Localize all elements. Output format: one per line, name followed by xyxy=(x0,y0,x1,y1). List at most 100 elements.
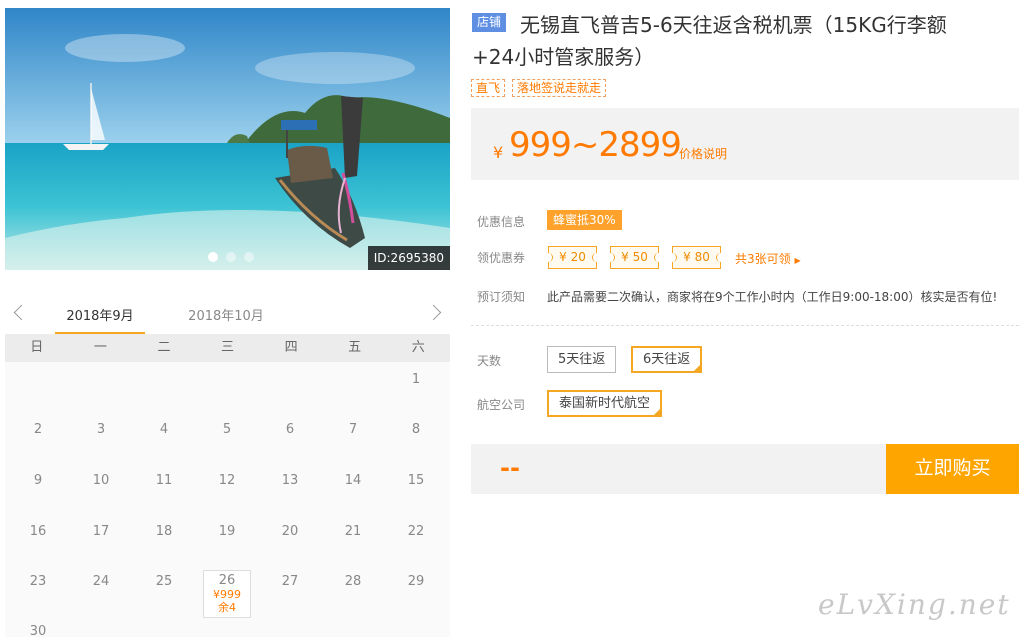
calendar-day[interactable]: 18 xyxy=(140,516,188,564)
weekday-label: 五 xyxy=(348,340,362,355)
calendar-day[interactable]: 17 xyxy=(77,516,125,564)
calendar-day[interactable]: 10 xyxy=(77,465,125,513)
calendar-days: 1 2 3 4 5 6 7 8 9 10 11 12 13 14 15 16 17 18 19 20 21 22 23 24 2… xyxy=(5,362,450,637)
calendar-day[interactable]: 30 xyxy=(14,616,62,637)
calendar-day[interactable]: 13 xyxy=(266,465,314,513)
notice-text: 此产品需要二次确认，商家将在9个工作小时内（工作日9:00-18:00）核实是否… xyxy=(547,290,998,304)
coupon-80[interactable]: ¥ 80 xyxy=(668,246,725,269)
coupon-count-link[interactable]: 共3张可领 ▶ xyxy=(735,250,801,267)
day-number: 13 xyxy=(281,473,299,488)
day-number: 20 xyxy=(281,524,299,539)
slide-dot[interactable] xyxy=(226,252,236,262)
site-watermark: eLvXing.net xyxy=(818,588,1011,621)
days-label: 天数 xyxy=(477,354,502,368)
product-title: 无锡直飞普吉5-6天往返含税机票（15KG行李额 +24小时管家服务） xyxy=(472,9,1010,73)
coupon-count-text: 共3张可领 xyxy=(735,252,791,266)
calendar-day[interactable]: 24 xyxy=(77,566,125,614)
calendar-day[interactable]: 27 xyxy=(266,566,314,614)
calendar-day[interactable]: 19 xyxy=(203,516,251,564)
chevron-left-icon[interactable] xyxy=(13,306,27,320)
day-number: 24 xyxy=(92,574,110,589)
calendar-day[interactable]: 1 xyxy=(392,364,440,412)
day-number: 8 xyxy=(411,422,421,437)
price-explain-link[interactable]: 价格说明 xyxy=(679,145,727,162)
coupon-50[interactable]: ¥ 50 xyxy=(606,246,663,269)
calendar-day[interactable]: 11 xyxy=(140,465,188,513)
calendar-day[interactable]: 5 xyxy=(203,414,251,462)
day-number: 9 xyxy=(33,473,43,488)
calendar-day[interactable]: 8 xyxy=(392,414,440,462)
airline-label: 航空公司 xyxy=(477,398,526,412)
product-tags: 直飞 落地签说走就走 xyxy=(471,79,607,97)
tag-direct-flight: 直飞 xyxy=(471,79,506,97)
calendar-day[interactable]: 12 xyxy=(203,465,251,513)
calendar-day[interactable]: 3 xyxy=(77,414,125,462)
day-number: 29 xyxy=(407,574,425,589)
price-box: ¥ 999~2899 价格说明 xyxy=(471,108,1019,180)
day-number: 12 xyxy=(218,473,236,488)
day-number: 7 xyxy=(348,422,358,437)
day-number: 18 xyxy=(155,524,173,539)
calendar-day[interactable]: 9 xyxy=(14,465,62,513)
option-6-days[interactable]: 6天往返 xyxy=(631,346,703,373)
tag-visa-on-arrival: 落地签说走就走 xyxy=(512,79,607,97)
title-line-1: 无锡直飞普吉5-6天往返含税机票（15KG行李额 xyxy=(520,13,947,37)
day-number: 3 xyxy=(96,422,106,437)
slide-dot[interactable] xyxy=(208,252,218,262)
day-price: ¥999 xyxy=(213,588,241,601)
weekday-header: 日 一 二 三 四 五 六 xyxy=(5,334,450,362)
calendar-day[interactable]: 14 xyxy=(329,465,377,513)
title-line-2: +24小时管家服务） xyxy=(472,45,655,69)
day-number: 2 xyxy=(33,422,43,437)
divider xyxy=(471,325,1019,326)
calendar-day[interactable]: 2 xyxy=(14,414,62,462)
calendar-day[interactable]: 29 xyxy=(392,566,440,614)
day-number: 17 xyxy=(92,524,110,539)
day-number: 27 xyxy=(281,574,299,589)
option-5-days[interactable]: 5天往返 xyxy=(547,346,617,373)
calendar-day[interactable]: 21 xyxy=(329,516,377,564)
day-number: 22 xyxy=(407,524,425,539)
day-number: 14 xyxy=(344,473,362,488)
calendar-day[interactable]: 22 xyxy=(392,516,440,564)
weekday-label: 二 xyxy=(157,340,171,355)
day-remaining: 余4 xyxy=(218,601,236,614)
calendar-day[interactable]: 4 xyxy=(140,414,188,462)
calendar-day[interactable]: 20 xyxy=(266,516,314,564)
slide-indicator xyxy=(208,252,254,262)
day-number: 21 xyxy=(344,524,362,539)
tab-month-next[interactable]: 2018年10月 xyxy=(181,305,271,334)
day-number: 4 xyxy=(159,422,169,437)
day-number: 5 xyxy=(222,422,232,437)
notice-label: 预订须知 xyxy=(477,290,526,304)
calendar-day[interactable]: 16 xyxy=(14,516,62,564)
currency-symbol: ¥ xyxy=(493,143,504,162)
coupon-20[interactable]: ¥ 20 xyxy=(544,246,601,269)
promo-badge: 蜂蜜抵30% xyxy=(547,210,622,230)
option-airline[interactable]: 泰国新时代航空 xyxy=(547,390,663,417)
calendar-day[interactable]: 15 xyxy=(392,465,440,513)
weekday-label: 六 xyxy=(411,340,425,355)
calendar-day[interactable]: 26 ¥999 余4 xyxy=(203,570,251,618)
calendar-day[interactable]: 28 xyxy=(329,566,377,614)
calendar-day[interactable]: 6 xyxy=(266,414,314,462)
calendar-header: 2018年9月 2018年10月 xyxy=(5,296,450,334)
promo-label: 优惠信息 xyxy=(477,215,526,229)
weekday-label: 一 xyxy=(93,340,107,355)
buy-now-button[interactable]: 立即购买 xyxy=(886,444,1019,494)
calendar-day[interactable]: 25 xyxy=(140,566,188,614)
product-photo[interactable]: ID:2695380 xyxy=(5,8,450,270)
day-number: 1 xyxy=(411,372,421,387)
chevron-right-icon[interactable] xyxy=(428,306,442,320)
tab-month-current[interactable]: 2018年9月 xyxy=(55,305,145,334)
day-number: 28 xyxy=(344,574,362,589)
photo-id-label: ID:2695380 xyxy=(367,246,450,270)
calendar-day[interactable]: 23 xyxy=(14,566,62,614)
calendar-day[interactable]: 7 xyxy=(329,414,377,462)
weekday-label: 日 xyxy=(30,340,44,355)
caret-right-icon: ▶ xyxy=(794,256,801,265)
weekday-label: 三 xyxy=(221,340,235,355)
total-price: -- xyxy=(500,454,520,482)
slide-dot[interactable] xyxy=(244,252,254,262)
day-number: 16 xyxy=(29,524,47,539)
